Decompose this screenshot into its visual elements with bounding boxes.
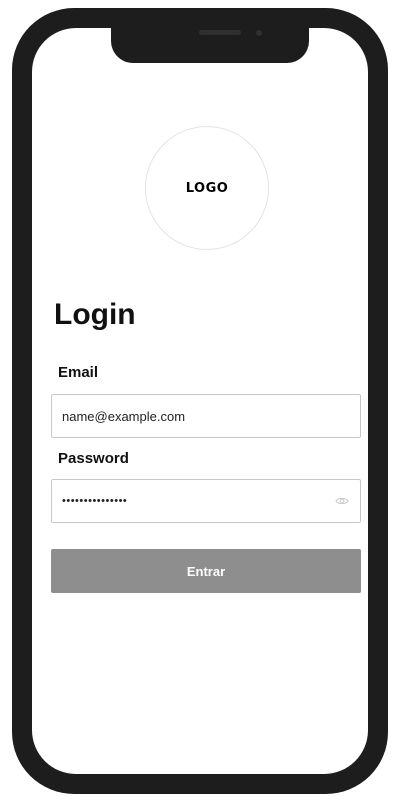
submit-button-label: Entrar bbox=[186, 563, 226, 579]
speaker-grille bbox=[199, 30, 241, 35]
device-frame: LOGO Login Email name@example.com Passwo… bbox=[12, 8, 388, 794]
password-field-value: ••••••••••••••• bbox=[62, 495, 128, 507]
email-field[interactable]: name@example.com bbox=[51, 394, 361, 438]
eye-icon[interactable] bbox=[334, 493, 350, 509]
device-notch bbox=[111, 18, 309, 63]
email-field-value: name@example.com bbox=[62, 408, 186, 424]
logo: LOGO bbox=[145, 126, 269, 250]
password-label: Password bbox=[58, 450, 129, 467]
page-title: Login bbox=[54, 298, 136, 331]
front-camera bbox=[256, 30, 262, 36]
password-field[interactable]: ••••••••••••••• bbox=[51, 479, 361, 523]
logo-text: LOGO bbox=[185, 180, 229, 196]
email-label: Email bbox=[58, 364, 99, 381]
submit-button[interactable]: Entrar bbox=[51, 549, 361, 593]
app-screen: LOGO Login Email name@example.com Passwo… bbox=[32, 28, 368, 774]
